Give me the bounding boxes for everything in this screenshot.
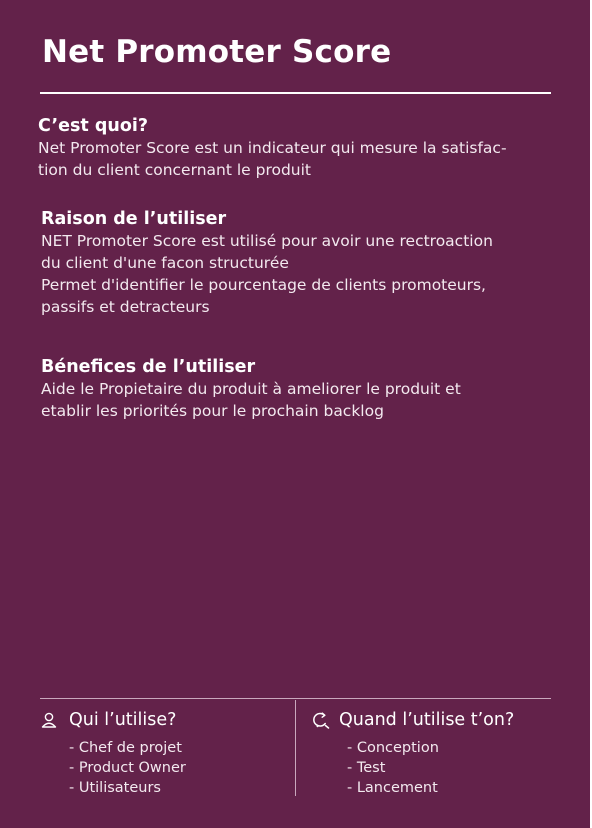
list-item: - Product Owner [69,760,186,776]
section-what-is-it: C’est quoi? Net Promoter Score est un in… [38,115,507,181]
cycle-icon [310,711,330,729]
section-heading: Bénefices de l’utiliser [41,357,256,377]
section-heading: Raison de l’utiliser [41,209,227,229]
footer-when-heading: Quand l’utilise t’on? [339,710,515,730]
list-item: - Lancement [347,780,438,796]
section-line: NET Promoter Score est utilisé pour avoi… [41,232,493,250]
footer-divider [40,698,551,699]
section-reason: Raison de l’utiliser NET Promoter Score … [41,208,493,318]
section-heading: C’est quoi? [38,116,149,136]
footer-column-divider [295,700,296,796]
footer-who-heading: Qui l’utilise? [69,710,177,730]
list-item: - Conception [347,740,439,756]
section-benefits: Bénefices de l’utiliser Aide le Propieta… [41,356,461,422]
section-line: Permet d'identifier le pourcentage de cl… [41,276,486,294]
list-item: - Utilisateurs [69,780,161,796]
list-item: - Test [347,760,386,776]
person-icon [40,711,58,729]
footer-who-column: Qui l’utilise? - Chef de projet - Produc… [40,706,186,798]
section-line: passifs et detracteurs [41,298,210,316]
section-line: Aide le Propietaire du produit à amelior… [41,380,461,398]
section-line: tion du client concernant le produit [38,161,312,179]
footer-when-column: Quand l’utilise t’on? - Conception - Tes… [310,706,514,798]
section-line: Net Promoter Score est un indicateur qui… [38,139,507,157]
title-divider [40,92,551,94]
card: Net Promoter Score C’est quoi? Net Promo… [0,0,590,828]
page-title: Net Promoter Score [42,34,392,70]
section-line: etablir les priorités pour le prochain b… [41,402,384,420]
list-item: - Chef de projet [69,740,182,756]
section-line: du client d'une facon structurée [41,254,289,272]
